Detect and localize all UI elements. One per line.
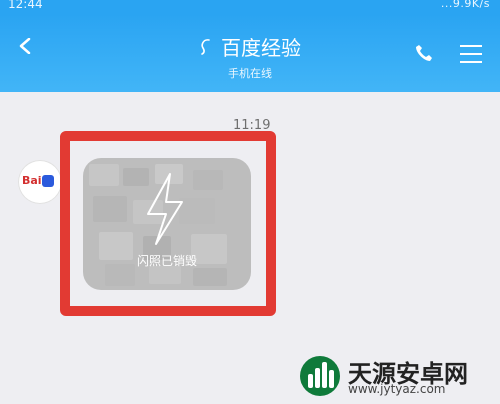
chat-area: 11:19 Bai 闪照已销毁 天源安卓网 www.jytyaz.com: [0, 92, 500, 404]
flash-photo-message[interactable]: 闪照已销毁: [83, 158, 251, 290]
online-status: 手机在线: [228, 67, 272, 80]
baidu-paw-icon: [42, 175, 54, 187]
status-network-speed: ...9.9K/s: [440, 0, 490, 10]
sender-avatar[interactable]: Bai: [18, 160, 62, 204]
watermark-url: www.jytyaz.com: [348, 382, 446, 396]
watermark-logo: [300, 356, 340, 396]
ear-icon: [201, 38, 210, 55]
chat-header: 百度经验 手机在线: [0, 14, 500, 92]
avatar-brand-text: Bai: [22, 174, 42, 187]
site-watermark: 天源安卓网 www.jytyaz.com: [300, 352, 496, 400]
flash-destroyed-label: 闪照已销毁: [136, 254, 197, 268]
lightning-icon: [147, 173, 183, 245]
status-bar: 12:44 ...9.9K/s: [0, 0, 500, 14]
menu-icon[interactable]: [460, 45, 482, 63]
page-title: 百度经验: [221, 36, 301, 60]
phone-icon[interactable]: [414, 43, 434, 63]
status-time: 12:44: [8, 0, 43, 11]
